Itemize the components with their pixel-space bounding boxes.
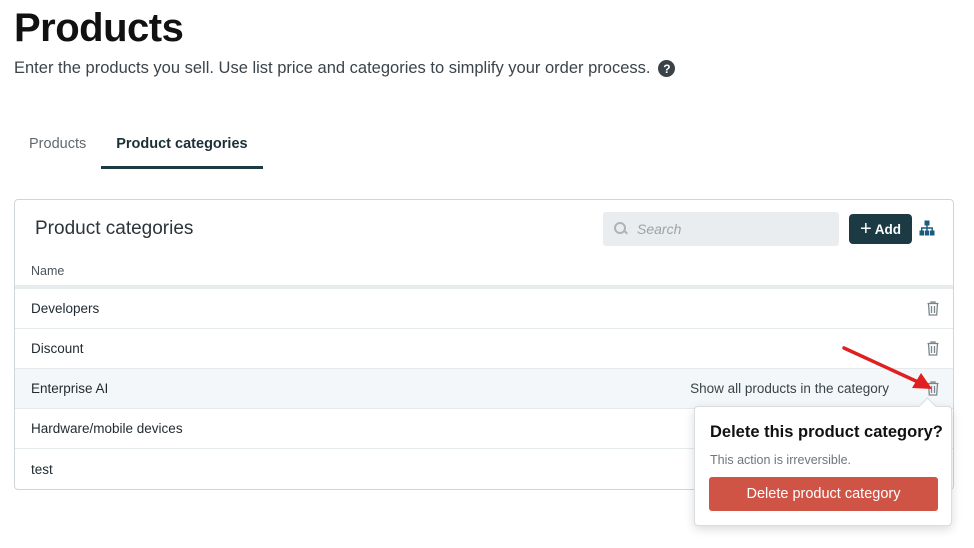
row-name: Developers <box>31 301 100 316</box>
hierarchy-icon[interactable] <box>919 220 935 236</box>
page-subtitle: Enter the products you sell. Use list pr… <box>14 59 676 78</box>
row-name: test <box>31 461 53 477</box>
row-name: Hardware/mobile devices <box>31 421 183 436</box>
popover-title: Delete this product category? <box>710 423 943 441</box>
help-icon[interactable]: ? <box>658 60 676 77</box>
add-button[interactable]: + Add <box>849 214 912 244</box>
annotation-arrow-icon <box>842 346 932 389</box>
delete-confirm-popover: Delete this product category? This actio… <box>694 406 952 526</box>
trash-icon[interactable] <box>927 301 939 316</box>
add-button-label: Add <box>874 221 901 237</box>
search-input[interactable] <box>637 221 817 237</box>
table-row[interactable]: Enterprise AI Show all products in the c… <box>15 369 953 409</box>
search-icon <box>613 221 629 237</box>
tab-bar: Products Product categories <box>14 126 263 169</box>
page-title: Products <box>14 6 184 50</box>
subtitle-text: Enter the products you sell. Use list pr… <box>14 59 651 77</box>
delete-category-button[interactable]: Delete product category <box>709 477 938 511</box>
table-row[interactable]: Developers <box>15 289 953 329</box>
row-name: Enterprise AI <box>31 381 109 396</box>
table-row[interactable]: Discount <box>15 329 953 369</box>
column-header-name[interactable]: Name <box>31 264 64 278</box>
row-name: Discount <box>31 341 84 356</box>
tab-products[interactable]: Products <box>14 126 101 169</box>
search-box[interactable] <box>603 212 839 246</box>
plus-icon: + <box>860 218 872 240</box>
popover-text: This action is irreversible. <box>710 453 852 467</box>
tab-product-categories[interactable]: Product categories <box>101 126 263 169</box>
panel-title: Product categories <box>35 218 194 239</box>
